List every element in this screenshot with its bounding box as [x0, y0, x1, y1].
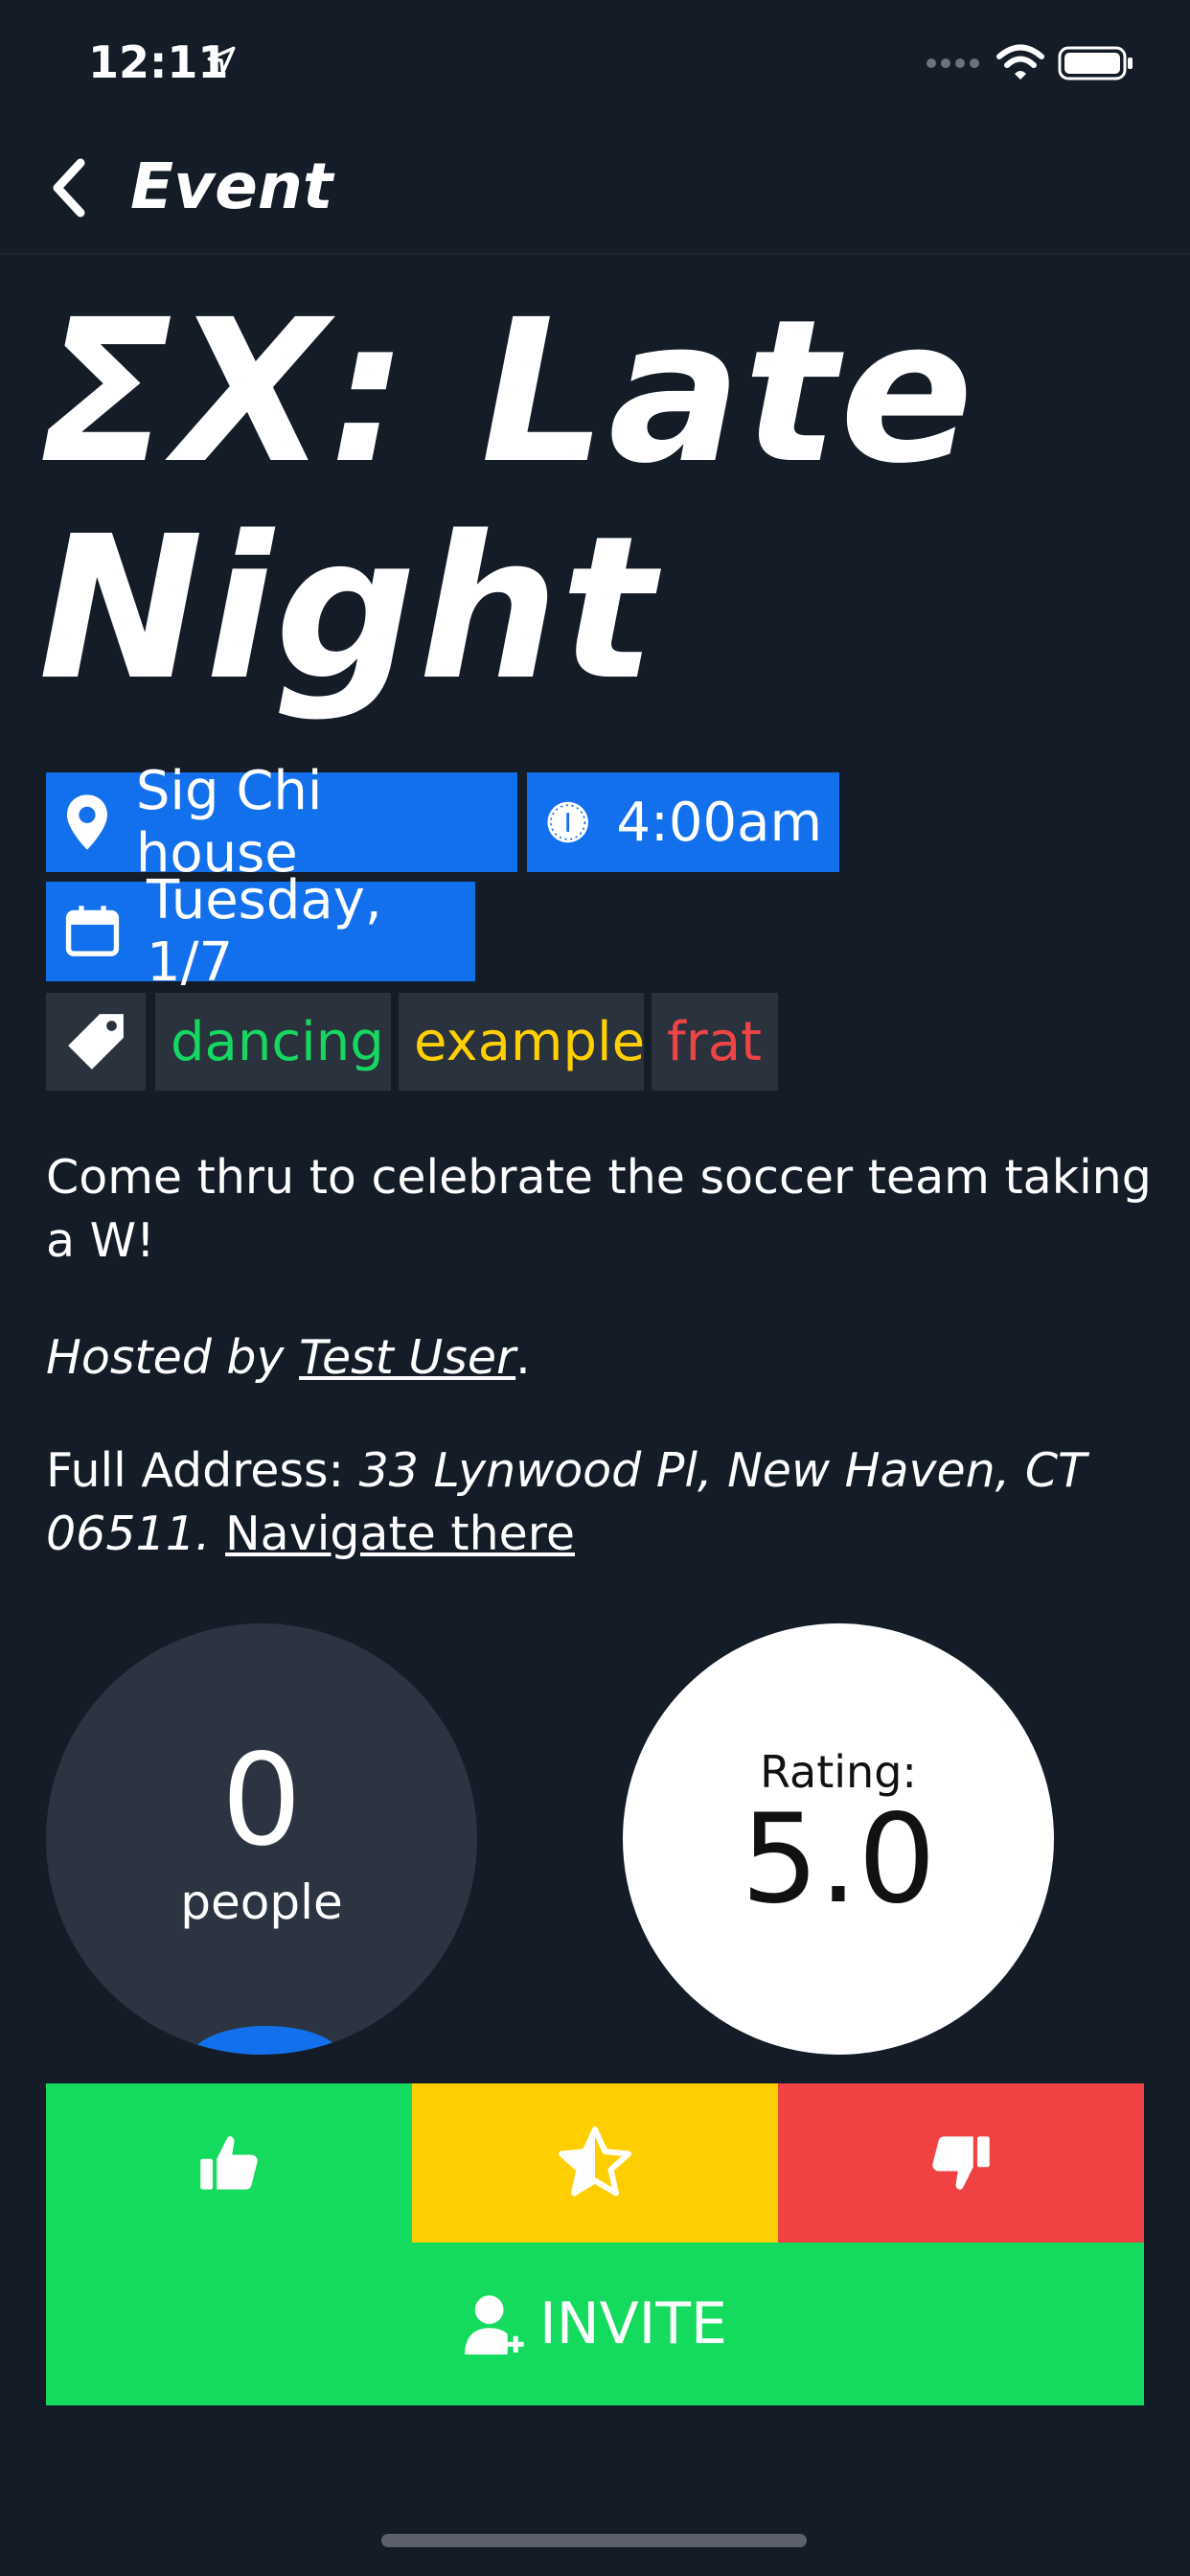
tag-label: dancing [171, 1010, 384, 1073]
time-label: 4:00am [616, 791, 822, 854]
address-label: Full Address: [46, 1443, 359, 1498]
status-icons [926, 44, 1134, 82]
progress-arc [190, 2026, 343, 2055]
wifi-icon [996, 44, 1044, 80]
thumbs-up-icon [200, 2136, 258, 2190]
date-chip[interactable]: Tuesday, 1/7 [46, 869, 475, 994]
home-indicator [381, 2534, 807, 2547]
location-chip[interactable]: Sig Chi house [46, 760, 517, 885]
event-title-line-1: ΣX: Late [38, 277, 976, 507]
tag-icon-chip [46, 993, 146, 1091]
invite-label: INVITE [539, 2290, 727, 2358]
address-block: Full Address: 33 Lynwood Pl, New Haven, … [46, 1439, 1157, 1566]
clock-icon [547, 801, 588, 843]
date-label: Tuesday, 1/7 [147, 869, 382, 994]
location-arrow-icon [207, 46, 236, 75]
navigate-link[interactable]: Navigate there [225, 1506, 575, 1561]
tag-icon [68, 1014, 124, 1070]
add-user-icon [465, 2295, 524, 2355]
thumbs-down-icon [932, 2136, 990, 2190]
location-label: Sig Chi house [135, 760, 323, 885]
host-link[interactable]: Test User [299, 1330, 515, 1385]
hosted-by: Hosted by Test User. [46, 1326, 1157, 1390]
location-pin-icon [66, 794, 107, 850]
like-button[interactable] [46, 2083, 412, 2242]
people-label: people [180, 1874, 343, 1930]
star-button[interactable] [412, 2083, 778, 2242]
event-title: ΣX: Late Night [38, 284, 1169, 717]
hosted-prefix: Hosted by [46, 1330, 300, 1385]
tag-label: example [414, 1010, 646, 1073]
signal-icon [927, 58, 979, 68]
event-title-line-2: Night [38, 494, 657, 724]
calendar-icon [65, 906, 120, 956]
rating-value: 5.0 [741, 1788, 936, 1931]
invite-button[interactable]: INVITE [46, 2242, 1144, 2405]
time-chip[interactable]: 4:00am [527, 772, 839, 872]
star-icon [559, 2127, 631, 2196]
dislike-button[interactable] [778, 2083, 1144, 2242]
back-chevron-icon[interactable] [46, 153, 94, 222]
event-description: Come thru to celebrate the soccer team t… [46, 1150, 1152, 1268]
tag-chip-dancing[interactable]: dancing [155, 993, 391, 1091]
tag-chip-example[interactable]: example [399, 993, 646, 1091]
hosted-suffix: . [515, 1330, 531, 1385]
nav-title: Event [130, 150, 333, 223]
rating-circle: Rating: 5.0 [623, 1623, 1054, 2055]
people-count-circle: 0 people [46, 1623, 477, 2055]
people-count: 0 [221, 1727, 302, 1874]
tag-label: frat [667, 1010, 763, 1073]
tag-chip-frat[interactable]: frat [652, 993, 778, 1091]
battery-icon [1058, 46, 1133, 80]
